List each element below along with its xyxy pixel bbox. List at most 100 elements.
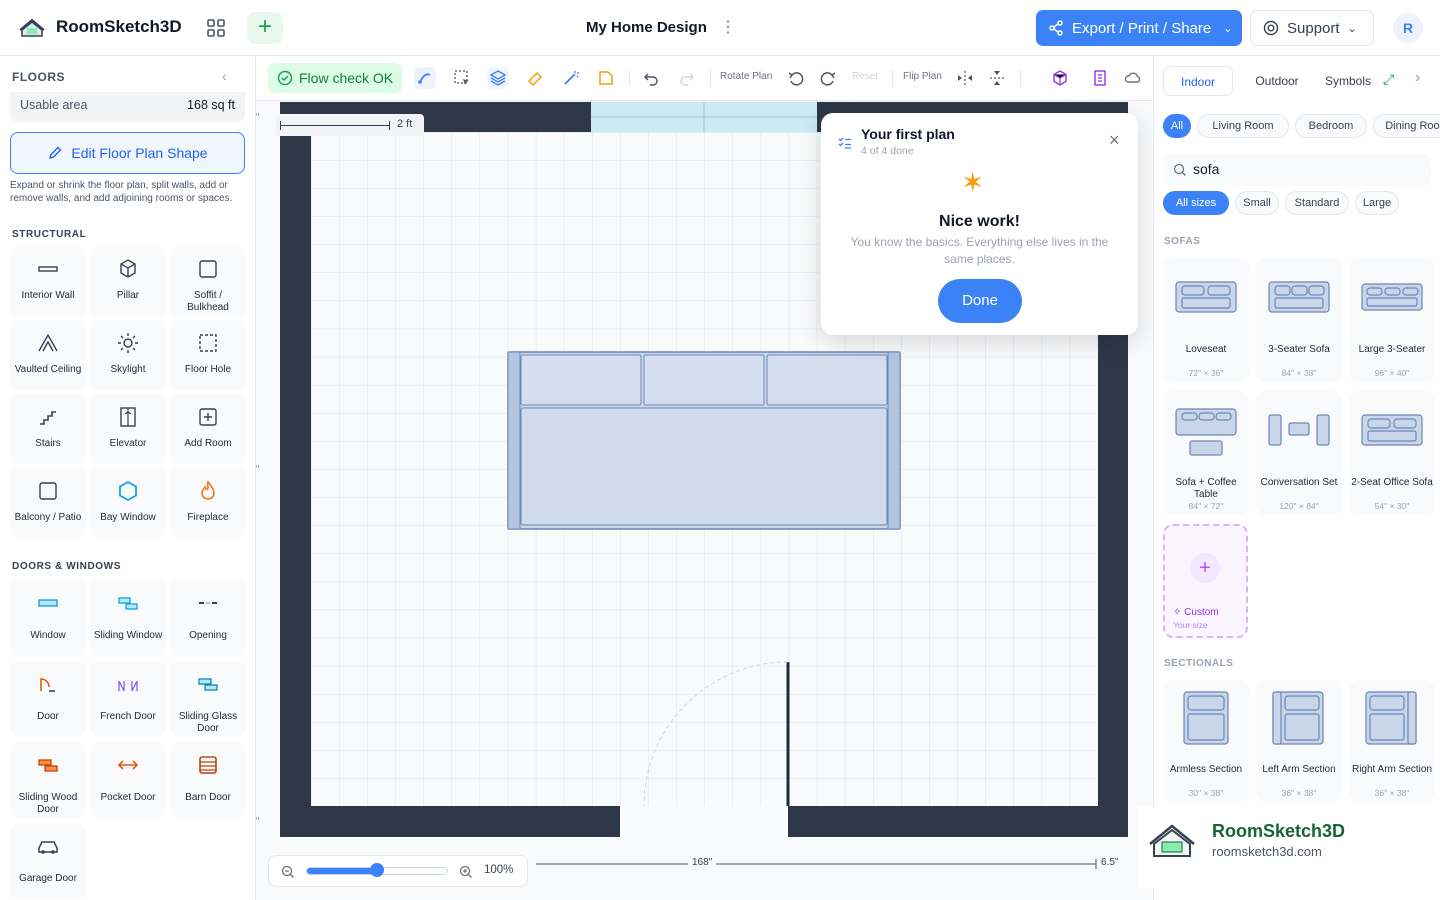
- flip-horizontal-icon[interactable]: [954, 67, 976, 89]
- tool-balcony-patio[interactable]: Balcony / Patio: [10, 468, 86, 538]
- select-icon[interactable]: [451, 67, 473, 89]
- furniture-card-armless-section[interactable]: Armless Section 30" × 38": [1163, 680, 1249, 802]
- notes-icon[interactable]: [595, 67, 617, 89]
- undo-icon[interactable]: [640, 67, 662, 89]
- tool-garage-door[interactable]: Garage Door: [10, 823, 86, 899]
- rotate-right-icon[interactable]: [817, 67, 839, 89]
- furniture-thumbnail-icon: [1170, 686, 1242, 746]
- room-filter-bedroom[interactable]: Bedroom: [1295, 114, 1367, 138]
- size-filter-standard[interactable]: Standard: [1285, 191, 1349, 215]
- flow-path-icon[interactable]: [414, 67, 436, 89]
- magic-wand-icon[interactable]: [560, 67, 582, 89]
- lifebuoy-icon: [1263, 20, 1279, 36]
- furniture-thumbnail-icon: [1263, 272, 1335, 332]
- pillar-icon: [115, 256, 141, 282]
- popup-progress: 4 of 4 done: [861, 145, 914, 157]
- tab-indoor[interactable]: Indoor: [1163, 66, 1233, 96]
- elevator-icon: [115, 404, 141, 430]
- room-filter-all[interactable]: All: [1163, 114, 1191, 138]
- tool-door[interactable]: Door: [10, 661, 86, 737]
- tool-window[interactable]: Window: [10, 580, 86, 656]
- tab-outdoor[interactable]: Outdoor: [1241, 66, 1313, 96]
- 3d-view-icon[interactable]: [1049, 67, 1071, 89]
- chevron-right-icon[interactable]: ›: [1415, 69, 1420, 87]
- furniture-card-loveseat[interactable]: Loveseat 72" × 36": [1163, 258, 1249, 382]
- tool-label: Sliding Glass Door: [178, 711, 238, 734]
- zoom-out-icon[interactable]: [281, 865, 295, 879]
- rotate-left-icon[interactable]: [785, 67, 807, 89]
- furniture-card-left-arm-section[interactable]: Left Arm Section 36" × 38": [1256, 680, 1342, 802]
- tool-floor-hole[interactable]: Floor Hole: [170, 320, 246, 390]
- tool-sliding-window[interactable]: Sliding Window: [90, 580, 166, 656]
- tool-opening[interactable]: Opening: [170, 580, 246, 656]
- panel-title: FLOORS: [12, 70, 65, 84]
- tool-sliding-glass-door[interactable]: Sliding Glass Door: [170, 661, 246, 737]
- size-filter-all-sizes[interactable]: All sizes: [1163, 191, 1229, 215]
- size-filter-small[interactable]: Small: [1235, 191, 1279, 215]
- close-icon[interactable]: ×: [1109, 131, 1120, 149]
- tool-skylight[interactable]: Skylight: [90, 320, 166, 390]
- reset-button[interactable]: Reset: [852, 71, 878, 82]
- sofas-category-title: SOFAS: [1164, 236, 1201, 247]
- room-filter-dining-room[interactable]: Dining Room: [1373, 114, 1440, 138]
- door-opening[interactable]: [620, 806, 788, 837]
- furniture-card-3-seater-sofa[interactable]: 3-Seater Sofa 84" × 38": [1256, 258, 1342, 382]
- sofa-furniture[interactable]: [507, 351, 901, 530]
- search-input[interactable]: sofa: [1163, 154, 1431, 186]
- dashboard-grid-icon[interactable]: [204, 16, 228, 40]
- flip-vertical-icon[interactable]: [986, 67, 1008, 89]
- zoom-slider-thumb[interactable]: [370, 863, 384, 877]
- support-button[interactable]: Support ⌄: [1250, 10, 1374, 46]
- measure-tape-icon[interactable]: [524, 67, 546, 89]
- export-print-share-button[interactable]: Export / Print / Share ⌄: [1036, 10, 1242, 46]
- collapse-panel-icon[interactable]: ‹: [222, 68, 227, 84]
- furniture-card-right-arm-section[interactable]: Right Arm Section 36" × 38": [1349, 680, 1435, 802]
- custom-size-card[interactable]: + ✧ Custom Your size: [1163, 524, 1248, 638]
- cloud-icon[interactable]: [1122, 67, 1144, 89]
- tool-label: Interior Wall: [21, 290, 75, 301]
- furniture-card-conversation-set[interactable]: Conversation Set 120" × 84": [1256, 391, 1342, 515]
- furniture-name: Left Arm Section: [1262, 764, 1336, 775]
- tool-stairs[interactable]: Stairs: [10, 394, 86, 464]
- redo-icon[interactable]: [676, 67, 698, 89]
- wall-left[interactable]: [280, 102, 311, 837]
- done-button[interactable]: Done: [938, 279, 1022, 323]
- tool-bay-window[interactable]: Bay Window: [90, 468, 166, 538]
- document-title[interactable]: My Home Design: [586, 19, 707, 36]
- layers-icon[interactable]: [487, 67, 509, 89]
- furniture-thumbnail-icon: [1356, 686, 1428, 746]
- furniture-card-large-3-seater[interactable]: Large 3-Seater 96" × 40": [1349, 258, 1435, 382]
- more-options-icon[interactable]: ⋮: [720, 17, 736, 37]
- tool-label: Bay Window: [100, 512, 156, 523]
- export-label: Export / Print / Share: [1072, 19, 1212, 37]
- tool-add-room[interactable]: Add Room: [170, 394, 246, 464]
- edit-floor-plan-button[interactable]: Edit Floor Plan Shape: [10, 132, 245, 174]
- tool-pillar[interactable]: Pillar: [90, 246, 166, 316]
- flow-check-badge[interactable]: Flow check OK: [268, 63, 402, 93]
- tool-pocket-door[interactable]: Pocket Door: [90, 742, 166, 818]
- tool-soffit-bulkhead[interactable]: Soffit / Bulkhead: [170, 246, 246, 316]
- vaulted-icon: [35, 330, 61, 356]
- tool-sliding-wood-door[interactable]: Sliding Wood Door: [10, 742, 86, 818]
- tool-french-door[interactable]: French Door: [90, 661, 166, 737]
- building-icon[interactable]: [1089, 67, 1111, 89]
- user-avatar[interactable]: R: [1393, 13, 1423, 43]
- tool-fireplace[interactable]: Fireplace: [170, 468, 246, 538]
- tool-interior-wall[interactable]: Interior Wall: [10, 246, 86, 316]
- tool-barn-door[interactable]: Barn Door: [170, 742, 246, 818]
- tool-vaulted-ceiling[interactable]: Vaulted Ceiling: [10, 320, 86, 390]
- furniture-card-2-seat-office-sofa[interactable]: 2-Seat Office Sofa 54" × 30": [1349, 391, 1435, 515]
- new-design-button[interactable]: +: [247, 12, 283, 44]
- balcony-icon: [35, 478, 61, 504]
- furniture-dimensions: 84" × 72": [1188, 501, 1224, 511]
- tab-symbols[interactable]: Symbols: [1315, 66, 1381, 96]
- expand-icon[interactable]: ⤢: [1383, 71, 1394, 88]
- size-filter-large[interactable]: Large: [1355, 191, 1399, 215]
- tool-elevator[interactable]: Elevator: [90, 394, 166, 464]
- furniture-card-sofa-coffee-table[interactable]: Sofa + Coffee Table 84" × 72": [1163, 391, 1249, 515]
- zoom-slider[interactable]: [306, 863, 448, 877]
- furniture-dimensions: 96" × 40": [1374, 368, 1410, 378]
- furniture-name: Sofa + Coffee Table: [1175, 477, 1237, 500]
- room-filter-living-room[interactable]: Living Room: [1197, 114, 1289, 138]
- zoom-in-icon[interactable]: [459, 865, 473, 879]
